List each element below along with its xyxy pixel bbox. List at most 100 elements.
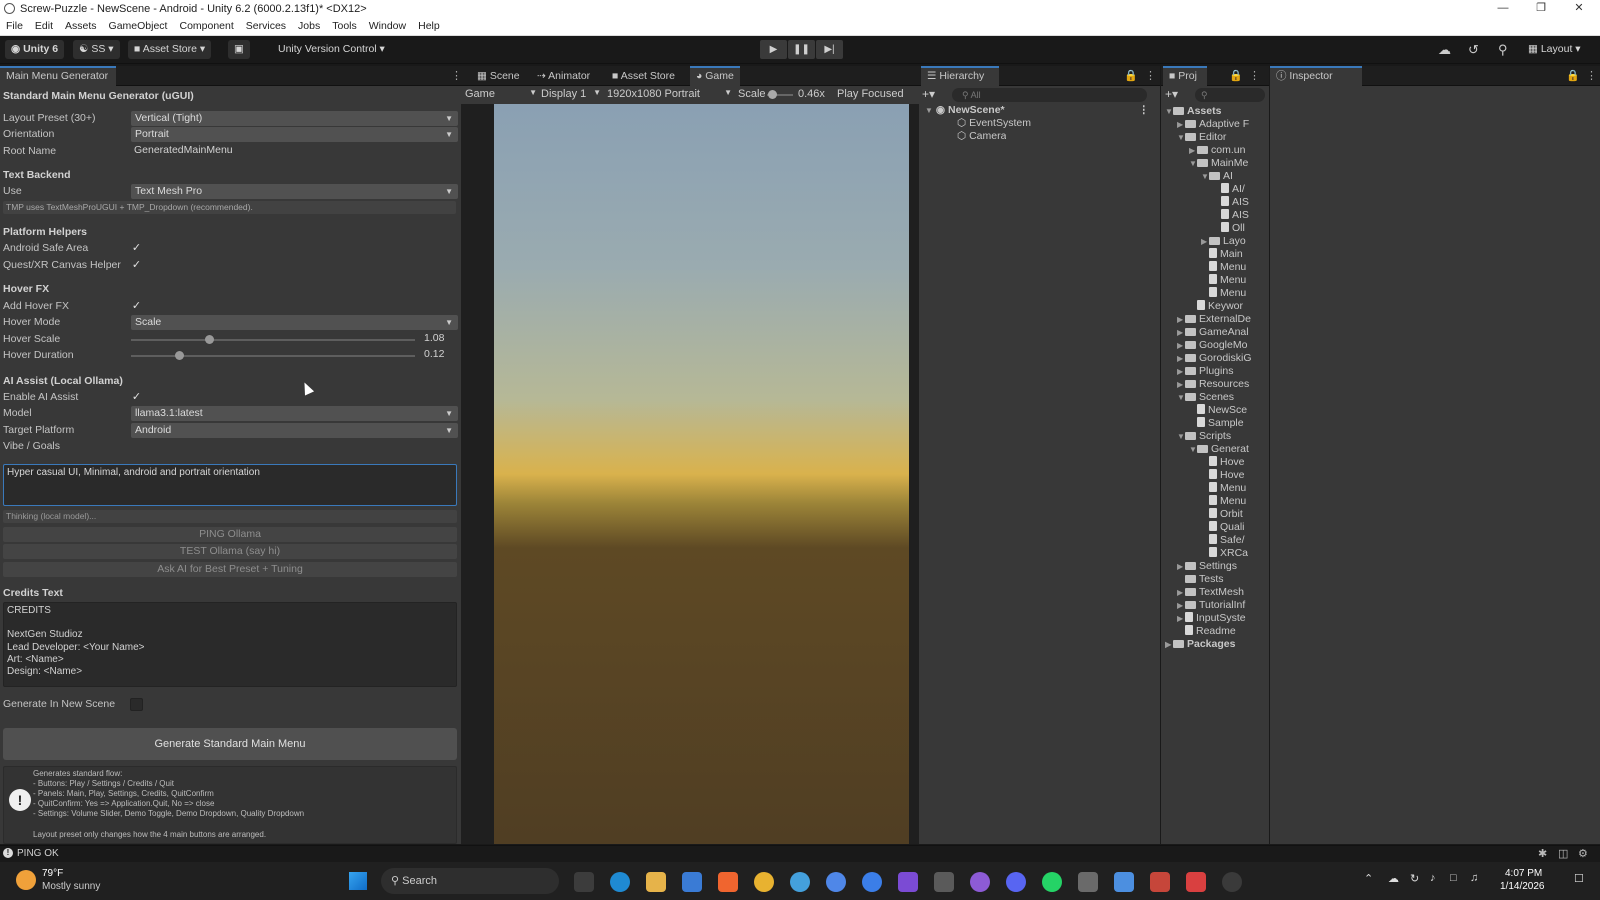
project-folder[interactable]: ▶ Adaptive F (1177, 118, 1269, 131)
project-file[interactable]: Menu (1201, 274, 1269, 287)
project-file[interactable]: AIS (1213, 209, 1269, 222)
tab-game[interactable]: ◕ Game (690, 66, 740, 86)
project-folder[interactable]: ▼ Editor (1177, 131, 1269, 144)
xr-canvas-helper-checkbox[interactable]: ✓ (130, 259, 143, 272)
game-view[interactable] (494, 104, 909, 844)
project-file[interactable]: Safe/ (1201, 534, 1269, 547)
file-explorer-icon[interactable] (646, 872, 666, 892)
caret-icon[interactable]: ▶ (1177, 328, 1185, 337)
project-file[interactable]: Keywor (1189, 300, 1269, 313)
search-icon[interactable]: ⚲ (1498, 42, 1508, 58)
project-folder[interactable]: ▼ Assets (1165, 105, 1269, 118)
project-folder[interactable]: ▶ Plugins (1177, 365, 1269, 378)
project-folder[interactable]: ▼ Generat (1189, 443, 1269, 456)
history-icon[interactable]: ↺ (1468, 42, 1479, 58)
project-file[interactable]: NewSce (1189, 404, 1269, 417)
project-folder[interactable]: ▶ GameAnal (1177, 326, 1269, 339)
project-folder[interactable]: ▶ ExternalDe (1177, 313, 1269, 326)
task-view-icon[interactable] (574, 872, 594, 892)
menu-component[interactable]: Component (173, 18, 239, 32)
caret-icon[interactable]: ▼ (1189, 159, 1197, 168)
volume-icon[interactable]: ♫ (1470, 872, 1478, 884)
project-folder[interactable]: ▶ com.un (1189, 144, 1269, 157)
enable-ai-assist-checkbox[interactable]: ✓ (130, 391, 143, 404)
hover-duration-field[interactable]: 0.12 (421, 348, 458, 363)
project-folder[interactable]: ▶ TutorialInf (1177, 599, 1269, 612)
project-file[interactable]: Menu (1201, 261, 1269, 274)
taskbar-search[interactable]: ⚲ Search (381, 868, 559, 894)
notification-icon[interactable]: ☐ (1574, 872, 1584, 885)
layout-preset-dropdown[interactable]: Vertical (Tight) ▼ (131, 111, 458, 126)
project-file[interactable]: Readme (1177, 625, 1269, 638)
play-button[interactable]: ▶ (760, 40, 787, 59)
caret-icon[interactable]: ▶ (1177, 380, 1185, 389)
app-icon[interactable] (1150, 872, 1170, 892)
caret-icon[interactable]: ▶ (1177, 562, 1185, 571)
layout-dropdown[interactable]: ▦ Layout ▾ (1522, 40, 1587, 59)
caret-icon[interactable]: ▼ (1177, 432, 1185, 441)
caret-icon[interactable]: ▶ (1189, 146, 1197, 155)
scale-slider-thumb[interactable] (768, 90, 777, 99)
ping-ollama-button[interactable]: PING Ollama (3, 527, 457, 542)
close-button[interactable]: ✕ (1560, 0, 1598, 18)
menu-assets[interactable]: Assets (59, 18, 103, 32)
bug-icon[interactable]: ✱ (1538, 847, 1547, 860)
caret-icon[interactable]: ▶ (1177, 601, 1185, 610)
onenote-icon[interactable] (898, 872, 918, 892)
add-object-button[interactable]: +▾ (922, 87, 935, 101)
hover-scale-thumb[interactable] (205, 335, 214, 344)
caret-icon[interactable]: ▶ (1177, 315, 1185, 324)
hierarchy-search[interactable]: ⚲ All (952, 88, 1147, 102)
tab-asset-store[interactable]: ■ Asset Store (606, 66, 681, 86)
android-safe-area-checkbox[interactable]: ✓ (130, 242, 143, 255)
lock-icon[interactable]: 🔒 (1566, 69, 1580, 82)
hierarchy-item[interactable]: ⬡ Camera (957, 130, 1006, 143)
more-options-icon[interactable]: ⋮ (1586, 69, 1597, 82)
create-asset-button[interactable]: +▾ (1165, 87, 1178, 101)
menu-services[interactable]: Services (240, 18, 292, 32)
github-icon[interactable] (970, 872, 990, 892)
caret-icon[interactable]: ▼ (1201, 172, 1209, 181)
lock-icon[interactable]: 🔒 (1229, 69, 1243, 82)
project-folder[interactable]: ▶ Resources (1177, 378, 1269, 391)
play-focused-dropdown[interactable]: Play Focused (837, 88, 904, 100)
tab-scene[interactable]: ▦ Scene (471, 66, 526, 86)
project-folder[interactable]: ▶ Settings (1177, 560, 1269, 573)
scene-row[interactable]: ▼ ◉ NewScene* ⋮ (925, 104, 1155, 117)
caret-icon[interactable]: ▶ (1177, 588, 1185, 597)
project-folder[interactable]: ▼ MainMe (1189, 157, 1269, 170)
menu-edit[interactable]: Edit (29, 18, 59, 32)
hover-scale-slider[interactable] (131, 339, 415, 341)
package-button[interactable]: ▣ (228, 40, 250, 59)
tab-animator[interactable]: ⇢ Animator (531, 66, 596, 86)
hover-mode-dropdown[interactable]: Scale ▼ (131, 315, 458, 330)
hierarchy-item[interactable]: ⬡ EventSystem (957, 117, 1031, 130)
account-button[interactable]: ◉ Unity 6 (5, 40, 65, 59)
chrome-profile-icon[interactable] (790, 872, 810, 892)
caret-icon[interactable]: ▶ (1177, 614, 1185, 623)
caret-icon[interactable]: ▼ (1189, 445, 1197, 454)
lock-icon[interactable]: 🔒 (1124, 69, 1138, 82)
menu-gameobject[interactable]: GameObject (103, 18, 174, 32)
display-dropdown[interactable]: Display 1 ▼ (541, 88, 601, 102)
menu-window[interactable]: Window (363, 18, 412, 32)
project-file[interactable]: Quali (1201, 521, 1269, 534)
caret-icon[interactable]: ▶ (1177, 367, 1185, 376)
target-platform-dropdown[interactable]: Android ▼ (131, 423, 458, 438)
project-file[interactable]: AIS (1213, 196, 1269, 209)
maximize-button[interactable]: ❐ (1522, 0, 1560, 18)
app-icon[interactable] (1186, 872, 1206, 892)
settings-icon[interactable]: ⚙ (1578, 847, 1588, 860)
sync-icon[interactable]: ↻ (1410, 872, 1419, 885)
menu-jobs[interactable]: Jobs (292, 18, 326, 32)
menu-help[interactable]: Help (412, 18, 446, 32)
project-file[interactable]: XRCa (1201, 547, 1269, 560)
project-file[interactable]: Menu (1201, 482, 1269, 495)
text-backend-dropdown[interactable]: Text Mesh Pro ▼ (131, 184, 458, 199)
version-control-button[interactable]: Unity Version Control ▾ (272, 40, 391, 59)
chevron-up-icon[interactable]: ⌃ (1364, 872, 1373, 885)
discord-icon[interactable] (1006, 872, 1026, 892)
project-folder[interactable]: ▶ GorodiskiG (1177, 352, 1269, 365)
ss-button[interactable]: ☯ SS ▾ (73, 40, 120, 59)
caret-icon[interactable]: ▶ (1177, 341, 1185, 350)
